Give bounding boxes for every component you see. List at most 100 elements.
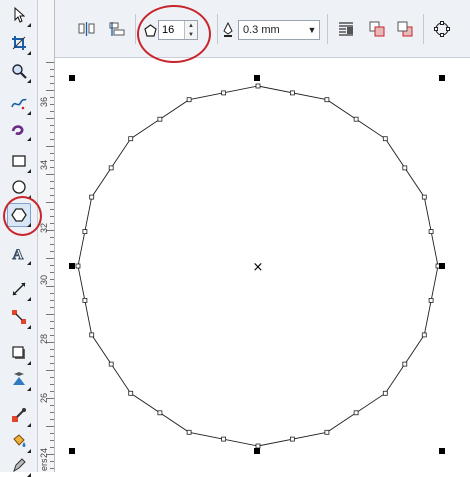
ruler-tick — [50, 223, 54, 224]
polygon-node[interactable] — [186, 97, 192, 103]
polygon-node[interactable] — [402, 361, 408, 367]
spin-down-button[interactable]: ▼ — [184, 30, 197, 39]
interactive-fill-icon[interactable] — [8, 430, 31, 453]
ruler-tick — [50, 363, 54, 364]
polygon-node[interactable] — [89, 194, 95, 200]
polygon-node[interactable] — [108, 165, 114, 171]
ruler-label: 26 — [39, 392, 49, 403]
transparency-tool-icon[interactable] — [8, 368, 31, 391]
ruler-tick — [50, 97, 54, 98]
to-back-icon[interactable] — [394, 18, 418, 40]
polygon-sides-input[interactable] — [162, 23, 186, 37]
align-distribute-icon[interactable] — [105, 18, 129, 40]
polygon-node[interactable] — [289, 90, 295, 96]
ruler-tick — [50, 300, 54, 301]
ruler-tick — [50, 195, 54, 196]
pick-tool-icon[interactable] — [8, 4, 31, 27]
ruler-tick — [50, 69, 54, 70]
ruler-tick — [50, 307, 54, 308]
selection-handle[interactable] — [439, 263, 445, 269]
spin-up-button[interactable]: ▲ — [184, 21, 197, 30]
polygon-node[interactable] — [353, 116, 359, 122]
polygon-node[interactable] — [324, 429, 330, 435]
ruler-tick — [50, 265, 54, 266]
polygon-node[interactable] — [128, 390, 134, 396]
ruler-tick — [50, 160, 54, 161]
selection-handle[interactable] — [254, 448, 260, 454]
polygon-node[interactable] — [421, 332, 427, 338]
center-marker[interactable]: × — [253, 260, 264, 275]
polygon-node[interactable] — [157, 116, 163, 122]
artistic-media-icon[interactable] — [8, 118, 31, 141]
selection-handle[interactable] — [439, 75, 445, 81]
drop-shadow-icon[interactable] — [8, 342, 31, 365]
connector-tool-icon[interactable] — [8, 306, 31, 329]
eyedropper-icon[interactable] — [8, 404, 31, 427]
ruler-tick — [50, 279, 54, 280]
polygon-node[interactable] — [82, 229, 88, 235]
polygon-node[interactable] — [255, 443, 261, 449]
crop-tool-icon[interactable] — [8, 32, 31, 55]
ruler-tick — [50, 384, 54, 385]
polygon-sides-stepper[interactable]: ▲ ▼ — [158, 20, 198, 40]
polygon-node[interactable] — [382, 390, 388, 396]
separator — [327, 14, 328, 44]
rectangle-tool-icon[interactable] — [8, 150, 31, 173]
zoom-tool-icon[interactable] — [8, 60, 31, 83]
text-wrap-icon[interactable] — [334, 18, 358, 40]
ruler-tick — [50, 209, 54, 210]
selection-handle[interactable] — [439, 448, 445, 454]
polygon-node[interactable] — [89, 332, 95, 338]
ellipse-tool-icon[interactable] — [8, 176, 31, 199]
polygon-node[interactable] — [255, 83, 261, 89]
convert-to-curves-icon[interactable] — [430, 18, 454, 40]
property-bar: ▲ ▼ 0.3 mm ▼ — [55, 0, 470, 63]
polygon-node[interactable] — [421, 194, 427, 200]
polygon-node[interactable] — [221, 90, 227, 96]
outline-width-value: 0.3 mm — [243, 24, 280, 36]
selection-handle[interactable] — [69, 448, 75, 454]
parallel-dimension-icon[interactable] — [8, 278, 31, 301]
text-tool-icon[interactable]: A — [8, 242, 31, 265]
separator — [423, 14, 424, 44]
object-origin-icon[interactable] — [75, 18, 99, 40]
drawing-canvas[interactable]: × — [55, 58, 470, 472]
polygon-node[interactable] — [402, 165, 408, 171]
ruler-tick — [50, 377, 54, 378]
selection-handle[interactable] — [254, 75, 260, 81]
ruler-tick — [50, 139, 54, 140]
selection-handle[interactable] — [69, 263, 75, 269]
ruler-tick — [50, 216, 54, 217]
polygon-node[interactable] — [289, 436, 295, 442]
chevron-down-icon[interactable]: ▼ — [305, 25, 319, 35]
polygon-node[interactable] — [157, 410, 163, 416]
polygon-node[interactable] — [353, 410, 359, 416]
polygon-node[interactable] — [82, 297, 88, 303]
outline-width-select[interactable]: 0.3 mm ▼ — [238, 20, 320, 40]
polygon-node[interactable] — [428, 297, 434, 303]
polygon-node[interactable] — [186, 429, 192, 435]
ruler-label: 30 — [39, 274, 49, 285]
ruler-tick — [50, 461, 54, 462]
polygon-node[interactable] — [428, 229, 434, 235]
polygon-node[interactable] — [221, 436, 227, 442]
polygon-node[interactable] — [108, 361, 114, 367]
outline-width-icon — [221, 20, 235, 40]
ruler-tick — [50, 76, 54, 77]
polygon-node[interactable] — [382, 136, 388, 142]
ruler-label: 24 — [39, 447, 49, 458]
ruler-tick — [50, 356, 54, 357]
polygon-node[interactable] — [75, 263, 81, 269]
polygon-node[interactable] — [128, 136, 134, 142]
freehand-tool-icon[interactable] — [8, 92, 31, 115]
to-front-icon[interactable] — [366, 18, 390, 40]
outline-pen-icon[interactable] — [8, 454, 31, 477]
selection-handle[interactable] — [69, 75, 75, 81]
ruler-units-label: ers — [39, 458, 49, 471]
ruler-label: 28 — [39, 333, 49, 344]
ruler-tick — [50, 328, 54, 329]
ruler-tick — [50, 447, 54, 448]
ruler-tick — [50, 412, 54, 413]
polygon-tool-icon[interactable] — [7, 203, 31, 227]
polygon-node[interactable] — [324, 97, 330, 103]
